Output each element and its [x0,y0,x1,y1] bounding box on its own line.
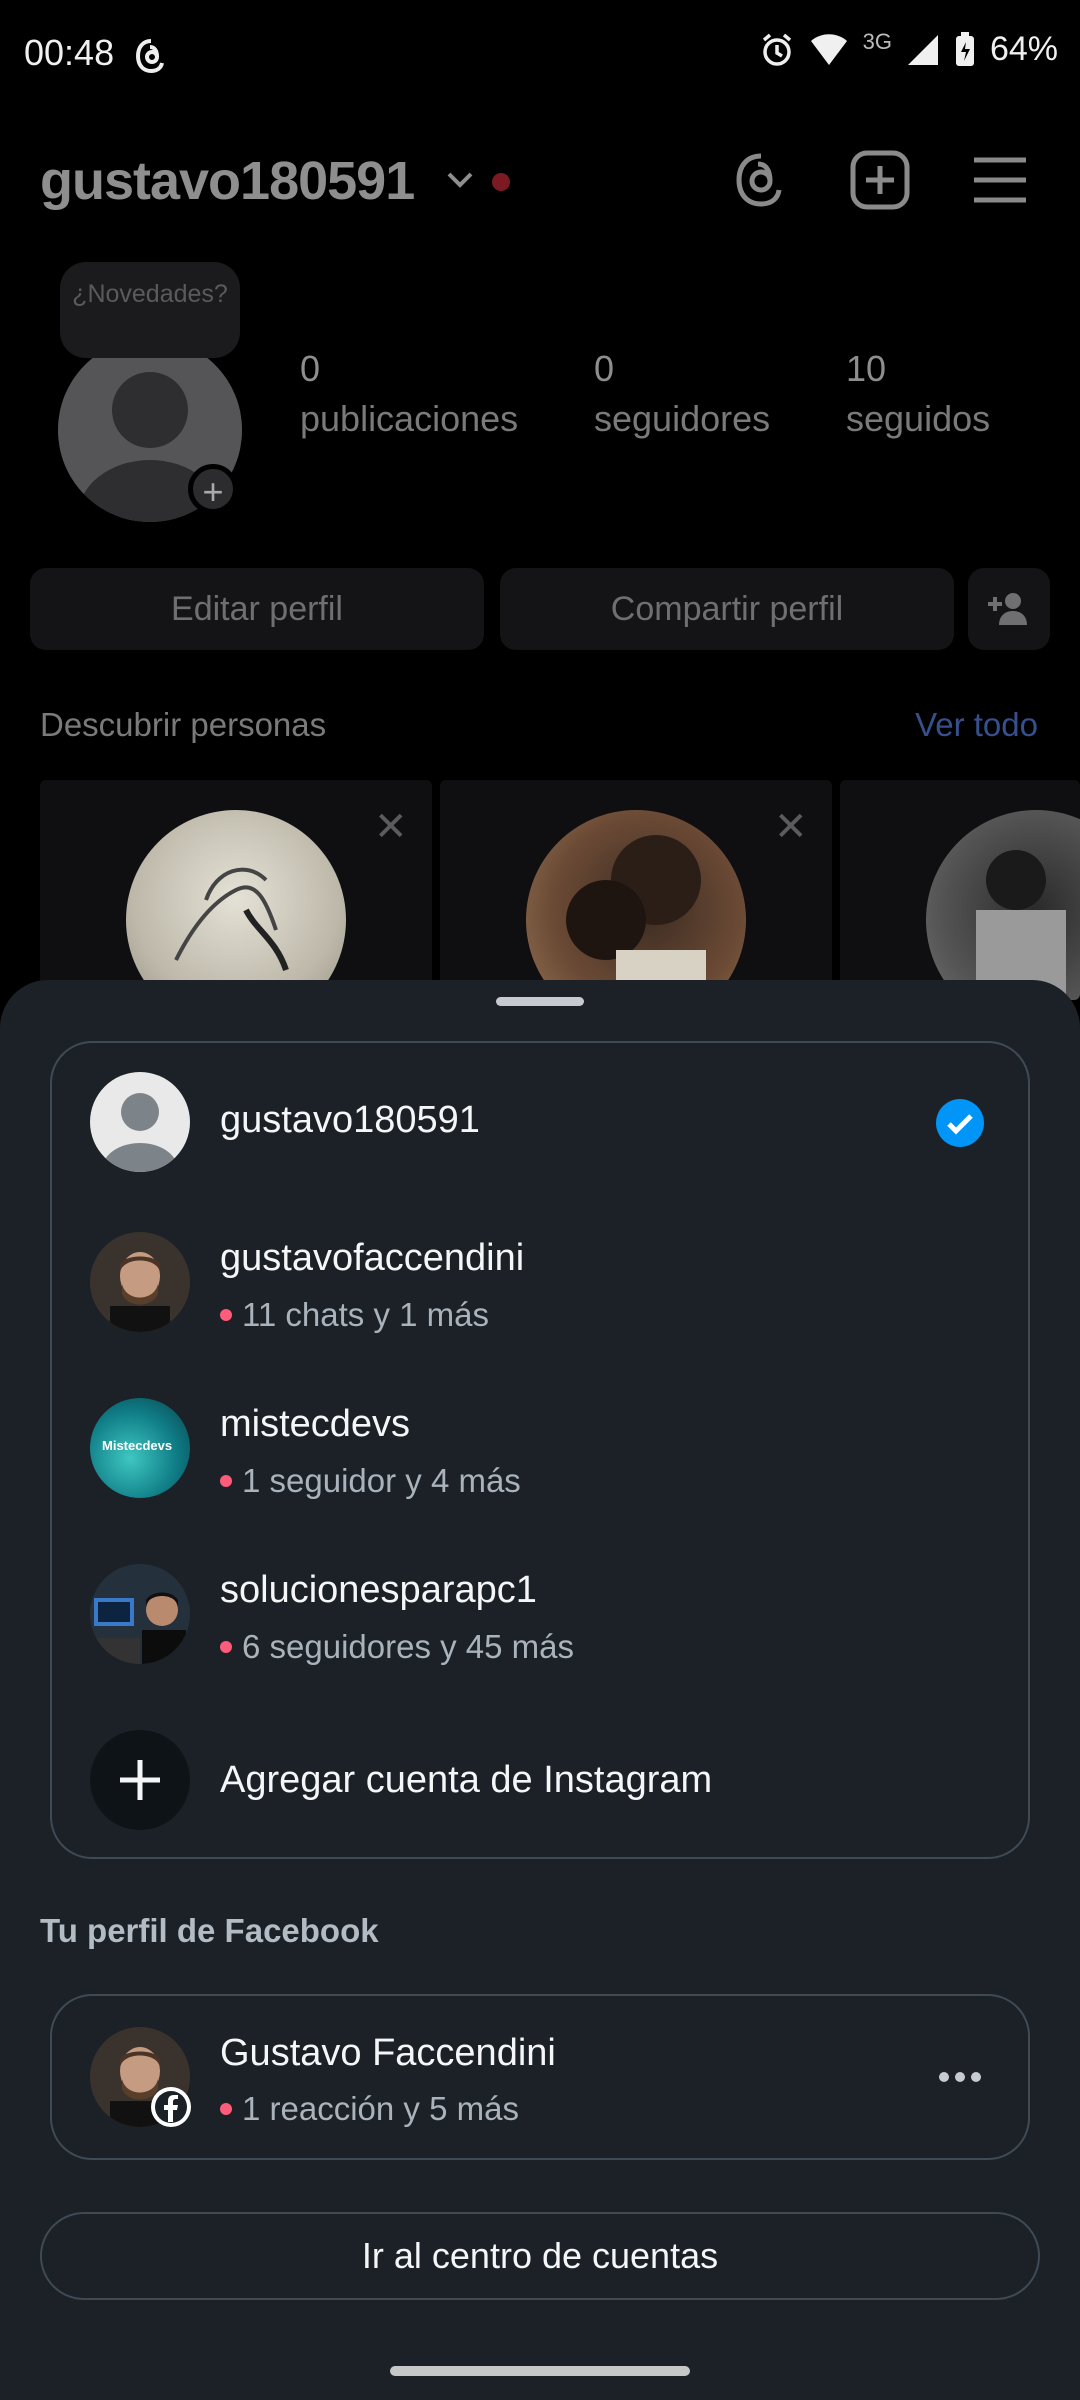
account-activity: 6 seguidores y 45 más [220,1628,574,1666]
stat-label: seguidores [594,398,771,439]
facebook-section-title: Tu perfil de Facebook [40,1912,379,1949]
account-avatar [90,1232,190,1332]
threads-notification-icon [134,38,168,79]
facebook-profile-row[interactable] [50,1994,1030,2160]
wifi-icon [810,33,847,65]
activity-text: 6 seguidores y 45 más [242,1628,575,1665]
dismiss-icon[interactable]: ✕ [374,804,408,850]
activity-text: 1 reacción y 5 más [242,2090,519,2127]
suggestion-avatar [926,810,1080,1000]
stat-label: publicaciones [300,398,519,439]
facebook-profile-name: Gustavo Faccendini [220,2032,556,2074]
share-profile-button[interactable]: Compartir perfil [500,568,954,650]
add-account-label: Agregar cuenta de Instagram [220,1759,713,1801]
account-username: mistecdevs [220,1403,411,1445]
plus-icon [90,1730,190,1830]
suggestion-card[interactable] [840,780,1080,1000]
discover-people-button[interactable] [968,568,1050,650]
facebook-badge-icon [150,2086,192,2133]
alarm-icon [762,33,791,66]
account-avatar [90,1564,190,1664]
profile-username[interactable]: gustavo180591 [40,150,415,212]
status-time: 00:48 [24,32,115,73]
more-options-icon[interactable] [936,2060,984,2099]
account-row-gustavofaccendini[interactable] [50,1222,1030,1342]
facebook-activity: 1 reacción y 5 más [220,2090,519,2128]
dismiss-icon[interactable]: ✕ [774,804,808,850]
edit-profile-button[interactable]: Editar perfil [30,568,484,650]
mistecdevs-logo-icon: Mistecdevs [90,1398,190,1498]
logo-text: Mistecdevs [102,1438,173,1453]
home-indicator[interactable] [390,2366,690,2376]
stat-followers[interactable]: 0 seguidores [594,348,770,440]
network-type: 3G [862,28,892,54]
notification-dot [220,1641,232,1653]
threads-icon[interactable] [728,148,792,212]
stat-following[interactable]: 10 seguidos [846,348,990,440]
status-icons: 3G 64% [759,28,1058,69]
accounts-center-button[interactable]: Ir al centro de cuentas [40,2212,1040,2300]
stat-value: 10 [846,348,887,389]
notification-dot [220,1309,232,1321]
suggestion-avatar [126,810,346,1000]
menu-icon[interactable] [968,148,1032,212]
add-story-icon[interactable]: + [188,464,238,514]
account-activity: 1 seguidor y 4 más [220,1462,521,1500]
activity-text: 11 chats y 1 más [242,1296,490,1333]
notification-dot [492,173,510,191]
stat-value: 0 [300,348,321,389]
status-bar: 00:48 3G 64% [0,0,1080,110]
chevron-down-icon[interactable] [445,168,475,197]
see-all-link[interactable]: Ver todo [915,706,1038,744]
note-bubble[interactable]: ¿Novedades? [60,262,240,358]
account-username: gustavofaccendini [220,1237,525,1279]
activity-text: 1 seguidor y 4 más [242,1462,521,1499]
notification-dot [220,2103,232,2115]
account-row-mistecdevs[interactable] [50,1388,1030,1508]
signal-icon [907,34,938,65]
suggestion-card[interactable]: ✕ [440,780,832,1000]
sheet-drag-handle[interactable] [496,997,584,1006]
account-username: solucionesparapc1 [220,1569,537,1611]
add-person-icon [988,593,1027,625]
stat-posts[interactable]: 0 publicaciones [300,348,518,440]
default-avatar-icon [90,1072,190,1172]
suggestion-avatar [526,810,746,1000]
notification-dot [220,1475,232,1487]
stat-label: seguidos [846,398,991,439]
selected-check-icon [935,1098,985,1153]
battery-icon [955,31,974,66]
discover-title: Descubrir personas [40,706,327,743]
battery-level: 64% [989,30,1058,68]
stat-value: 0 [594,348,615,389]
create-post-icon[interactable] [848,148,912,212]
suggestion-card[interactable]: ✕ [40,780,432,1000]
account-activity: 11 chats y 1 más [220,1296,489,1334]
account-username: gustavo180591 [220,1099,480,1141]
account-row-gustavo180591[interactable] [50,1062,1030,1182]
